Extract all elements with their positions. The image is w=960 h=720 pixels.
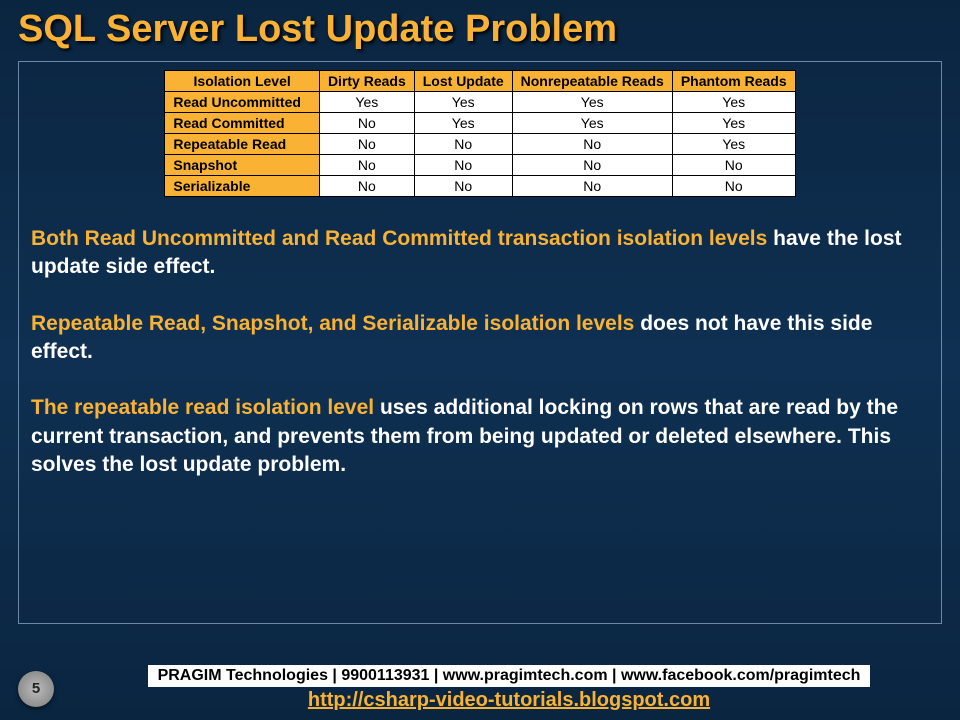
cell: No bbox=[512, 155, 672, 176]
cell: Yes bbox=[512, 113, 672, 134]
highlight: Repeatable Read, Snapshot, and Serializa… bbox=[31, 312, 640, 335]
table-row: Repeatable Read No No No Yes bbox=[165, 134, 795, 155]
th-lost: Lost Update bbox=[414, 71, 512, 92]
th-phantom: Phantom Reads bbox=[672, 71, 795, 92]
slide-title: SQL Server Lost Update Problem bbox=[0, 0, 960, 61]
paragraph-2: Repeatable Read, Snapshot, and Serializa… bbox=[31, 310, 929, 367]
highlight: Both Read Uncommitted and Read Committed… bbox=[31, 227, 773, 250]
table-wrap: Isolation Level Dirty Reads Lost Update … bbox=[31, 70, 929, 197]
cell: Yes bbox=[512, 92, 672, 113]
cell: No bbox=[672, 176, 795, 197]
cell: Yes bbox=[414, 92, 512, 113]
table-header-row: Isolation Level Dirty Reads Lost Update … bbox=[165, 71, 795, 92]
row-label: Read Uncommitted bbox=[165, 92, 320, 113]
cell: No bbox=[672, 155, 795, 176]
table-row: Snapshot No No No No bbox=[165, 155, 795, 176]
th-isolation: Isolation Level bbox=[165, 71, 320, 92]
cell: No bbox=[414, 176, 512, 197]
cell: Yes bbox=[672, 134, 795, 155]
highlight: The repeatable read isolation level bbox=[31, 396, 380, 419]
row-label: Serializable bbox=[165, 176, 320, 197]
content-box: Isolation Level Dirty Reads Lost Update … bbox=[18, 61, 942, 624]
cell: No bbox=[319, 176, 414, 197]
row-label: Snapshot bbox=[165, 155, 320, 176]
row-label: Read Committed bbox=[165, 113, 320, 134]
row-label: Repeatable Read bbox=[165, 134, 320, 155]
footer: 5 PRAGIM Technologies | 9900113931 | www… bbox=[0, 665, 960, 712]
cell: No bbox=[512, 134, 672, 155]
footer-link[interactable]: http://csharp-video-tutorials.blogspot.c… bbox=[308, 689, 710, 712]
table-row: Serializable No No No No bbox=[165, 176, 795, 197]
paragraph-3: The repeatable read isolation level uses… bbox=[31, 394, 929, 479]
page-number: 5 bbox=[18, 671, 54, 707]
footer-bar: PRAGIM Technologies | 9900113931 | www.p… bbox=[148, 665, 871, 687]
paragraph-1: Both Read Uncommitted and Read Committed… bbox=[31, 225, 929, 282]
table-row: Read Uncommitted Yes Yes Yes Yes bbox=[165, 92, 795, 113]
cell: No bbox=[319, 134, 414, 155]
footer-right: PRAGIM Technologies | 9900113931 | www.p… bbox=[76, 665, 942, 712]
cell: No bbox=[414, 134, 512, 155]
th-dirty: Dirty Reads bbox=[319, 71, 414, 92]
cell: No bbox=[319, 155, 414, 176]
cell: Yes bbox=[672, 92, 795, 113]
isolation-table: Isolation Level Dirty Reads Lost Update … bbox=[164, 70, 795, 197]
cell: No bbox=[512, 176, 672, 197]
cell: No bbox=[414, 155, 512, 176]
table-row: Read Committed No Yes Yes Yes bbox=[165, 113, 795, 134]
cell: Yes bbox=[672, 113, 795, 134]
cell: No bbox=[319, 113, 414, 134]
cell: Yes bbox=[319, 92, 414, 113]
th-nonrepeat: Nonrepeatable Reads bbox=[512, 71, 672, 92]
cell: Yes bbox=[414, 113, 512, 134]
